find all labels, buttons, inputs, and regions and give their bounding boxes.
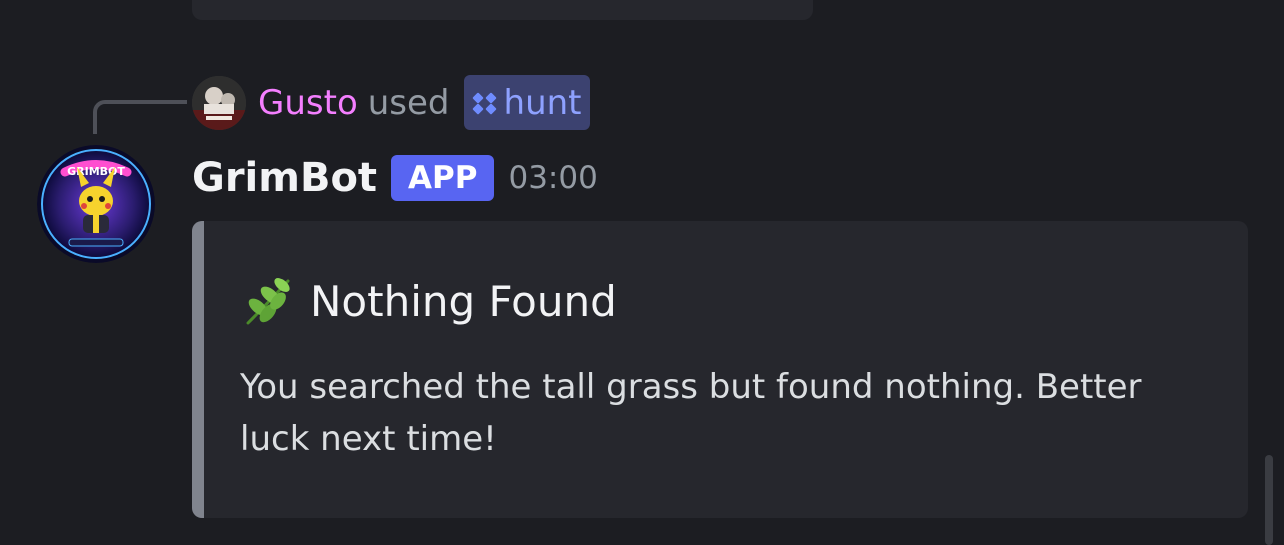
interaction-user-avatar[interactable]: [192, 75, 246, 130]
embed-title: Nothing Found: [240, 273, 617, 329]
command-name: hunt: [503, 82, 582, 123]
interaction-verb: used: [367, 82, 450, 123]
bot-avatar[interactable]: GRIMBOT: [37, 145, 155, 263]
embed-description: You searched the tall grass but found no…: [240, 367, 1142, 459]
interaction-reference[interactable]: Gusto used hunt: [192, 75, 590, 130]
message-embed: Nothing Found You searched the tall gras…: [192, 221, 1248, 518]
author-name[interactable]: GrimBot: [192, 155, 377, 201]
herb-icon: [246, 278, 290, 325]
embed-title-text: Nothing Found: [310, 276, 617, 326]
svg-text:GRIMBOT: GRIMBOT: [67, 165, 125, 178]
reply-connector: [93, 100, 187, 134]
scrollbar[interactable]: [1265, 455, 1273, 545]
message-timestamp[interactable]: 03:00: [508, 160, 597, 196]
chat-view: Gusto used hunt GRIMBOT GrimBot APP 03:0…: [0, 0, 1284, 545]
previous-embed: [192, 0, 813, 20]
app-badge: APP: [391, 155, 495, 201]
interaction-username[interactable]: Gusto: [258, 83, 358, 123]
embed-accent-bar: [192, 221, 204, 518]
app-command-icon: [472, 92, 496, 114]
message-header: GrimBot APP 03:00: [192, 152, 598, 204]
slash-command-pill[interactable]: hunt: [463, 75, 590, 130]
